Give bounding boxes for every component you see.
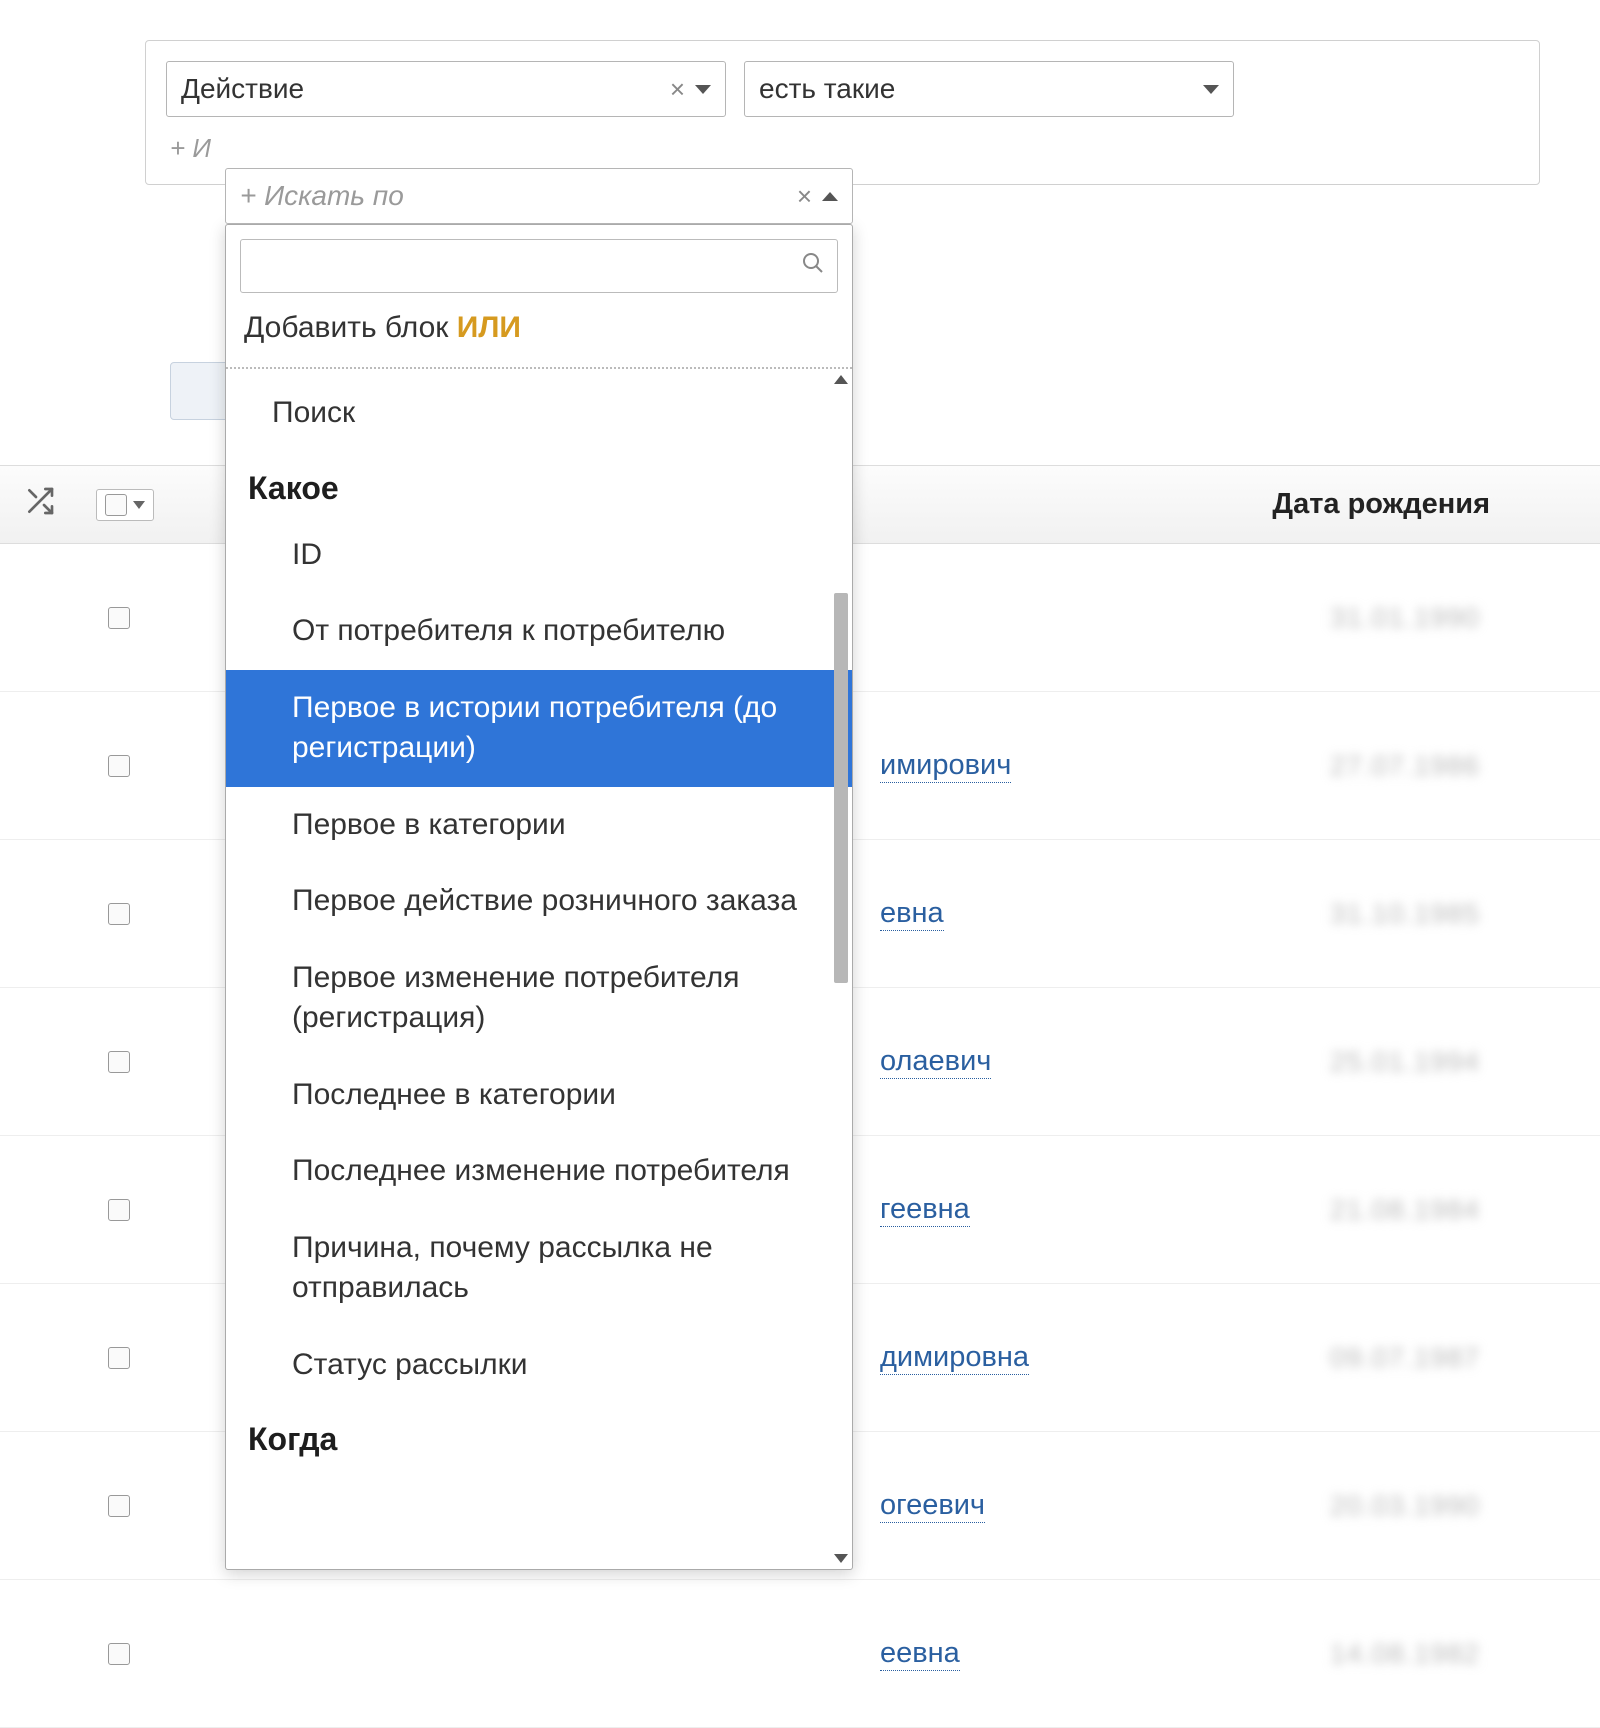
clear-icon[interactable]: × <box>670 74 685 105</box>
checkbox-icon <box>105 494 127 516</box>
row-checkbox[interactable] <box>108 1051 130 1073</box>
condition-value: есть такие <box>759 73 1203 105</box>
scroll-up-icon[interactable] <box>834 375 848 384</box>
dob-column-header[interactable]: Дата рождения <box>1272 488 1490 521</box>
dropdown-list-wrap: ПоискКакоеIDОт потребителя к потребителю… <box>226 369 852 1569</box>
row-checkbox[interactable] <box>108 1495 130 1517</box>
name-link-fragment[interactable]: евна <box>880 897 944 931</box>
dropdown-group: Когда <box>226 1403 852 1468</box>
search-by-placeholder: + Искать по <box>240 180 797 212</box>
chevron-down-icon[interactable] <box>695 85 711 94</box>
add-and-hint[interactable]: + И <box>170 133 1519 164</box>
search-by-dropdown: Добавить блок ИЛИ ПоискКакоеIDОт потреби… <box>225 224 853 1570</box>
action-value: Действие <box>181 73 670 105</box>
name-link-fragment[interactable]: имирович <box>880 749 1011 783</box>
dob-cell: 21.08.1984 <box>1330 1194 1480 1226</box>
scrollbar[interactable] <box>831 375 851 1563</box>
add-or-prefix: Добавить блок <box>244 311 457 344</box>
dropdown-item[interactable]: ID <box>226 517 852 594</box>
name-link-fragment[interactable]: олаевич <box>880 1045 991 1079</box>
chevron-down-icon[interactable] <box>1203 85 1219 94</box>
select-all-checkbox[interactable] <box>96 489 154 521</box>
dropdown-group: Какое <box>226 452 852 517</box>
filter-panel: Действие × есть такие + И <box>145 40 1540 185</box>
row-checkbox[interactable] <box>108 1643 130 1665</box>
chevron-down-icon[interactable] <box>133 501 145 509</box>
scroll-down-icon[interactable] <box>834 1554 848 1563</box>
action-combobox[interactable]: Действие × <box>166 61 726 117</box>
row-checkbox[interactable] <box>108 755 130 777</box>
search-icon <box>801 251 825 282</box>
name-link-fragment[interactable]: геевна <box>880 1193 970 1227</box>
dropdown-item[interactable]: Первое в категории <box>226 787 852 864</box>
dropdown-list: ПоискКакоеIDОт потребителя к потребителю… <box>226 369 852 1474</box>
table-row: еевна 14.08.1982 <box>0 1580 1600 1728</box>
partially-hidden-button[interactable] <box>170 362 230 420</box>
name-link-fragment[interactable]: огеевич <box>880 1489 985 1523</box>
dropdown-item[interactable]: Причина, почему рассылка не отправилась <box>226 1210 852 1327</box>
dob-cell: 25.01.1994 <box>1330 1046 1480 1078</box>
dropdown-item[interactable]: От потребителя к потребителю <box>226 593 852 670</box>
dropdown-item[interactable]: Первое изменение потребителя (регистраци… <box>226 940 852 1057</box>
dropdown-item[interactable]: Последнее изменение потребителя <box>226 1133 852 1210</box>
add-or-word: ИЛИ <box>457 311 521 344</box>
row-checkbox[interactable] <box>108 1199 130 1221</box>
condition-combobox[interactable]: есть такие <box>744 61 1234 117</box>
add-or-block[interactable]: Добавить блок ИЛИ <box>226 307 852 369</box>
search-by-combobox[interactable]: + Искать по × <box>225 168 853 224</box>
clear-icon[interactable]: × <box>797 181 812 212</box>
dob-cell: 27.07.1986 <box>1330 750 1480 782</box>
dropdown-item[interactable]: Статус рассылки <box>226 1327 852 1404</box>
dob-cell: 14.08.1982 <box>1330 1638 1480 1670</box>
dropdown-search-wrap <box>226 225 852 307</box>
dob-cell: 31.10.1985 <box>1330 898 1480 930</box>
chevron-up-icon[interactable] <box>822 192 838 201</box>
filter-row: Действие × есть такие <box>166 61 1519 117</box>
dob-cell: 20.03.1990 <box>1330 1490 1480 1522</box>
dropdown-item[interactable]: Поиск <box>226 375 852 452</box>
row-checkbox[interactable] <box>108 903 130 925</box>
dob-cell: 31.01.1990 <box>1330 602 1480 634</box>
name-link-fragment[interactable]: димировна <box>880 1341 1029 1375</box>
scroll-thumb[interactable] <box>834 593 848 983</box>
dropdown-item[interactable]: Первое действие розничного заказа <box>226 863 852 940</box>
dropdown-item[interactable]: Первое в истории потребителя (до регистр… <box>226 670 852 787</box>
shuffle-icon[interactable] <box>24 485 56 525</box>
name-link-fragment[interactable]: еевна <box>880 1637 960 1671</box>
row-checkbox[interactable] <box>108 607 130 629</box>
dropdown-item[interactable]: Последнее в категории <box>226 1057 852 1134</box>
row-checkbox[interactable] <box>108 1347 130 1369</box>
dropdown-search-input[interactable] <box>240 239 838 293</box>
dob-cell: 09.07.1987 <box>1330 1342 1480 1374</box>
